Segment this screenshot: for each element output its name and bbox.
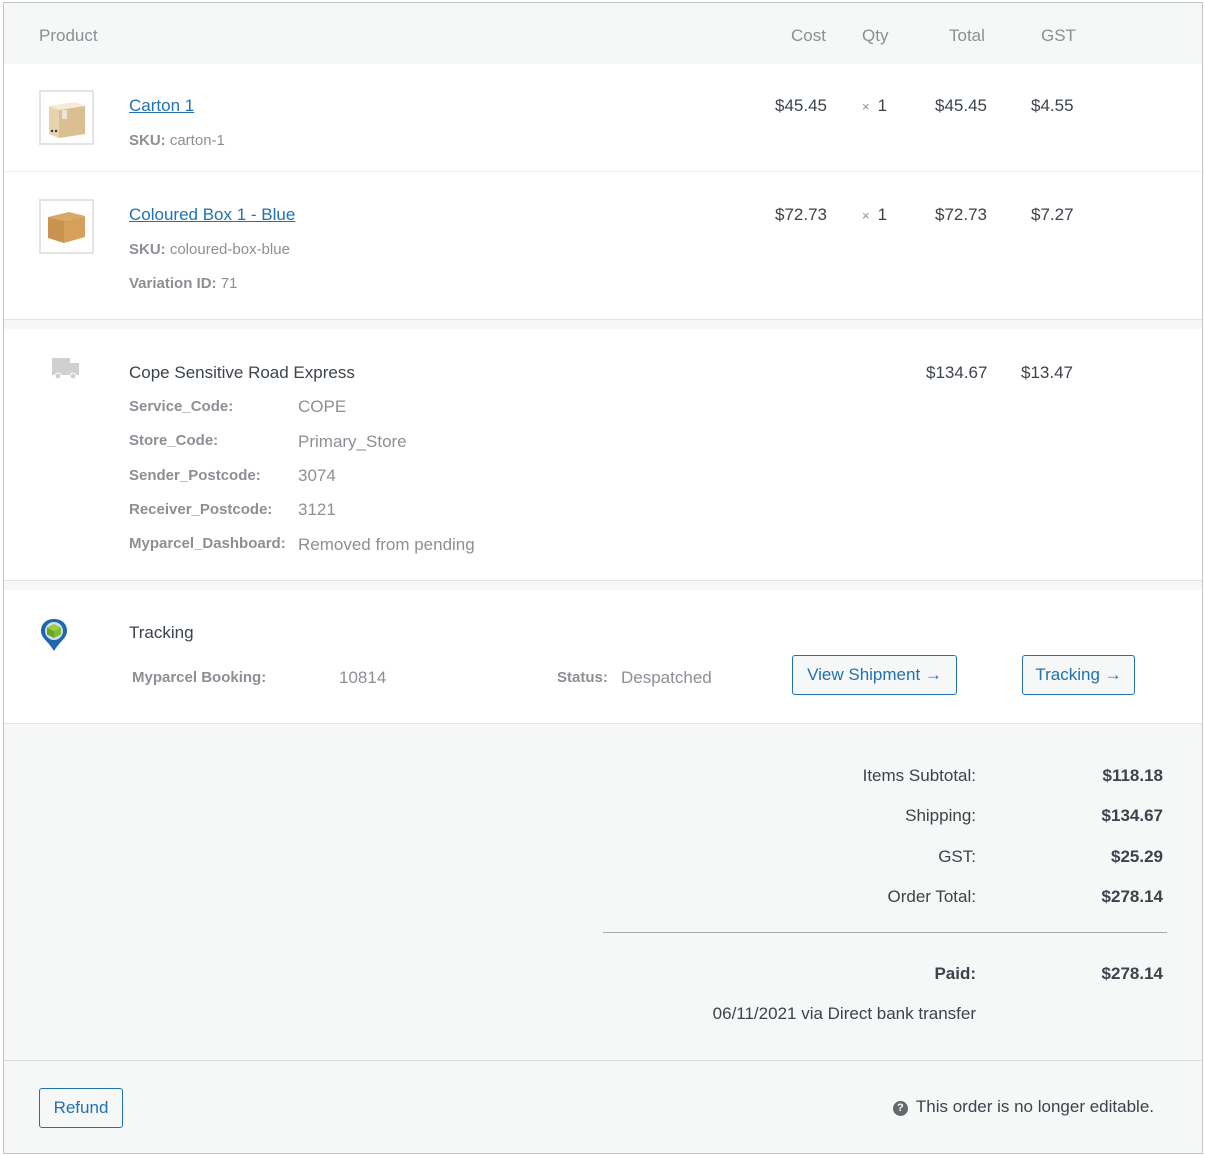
variation-label: Variation ID: xyxy=(129,275,217,292)
status-label: Status: xyxy=(557,669,608,686)
item-gst: $7.27 xyxy=(1031,205,1074,224)
meta-label: Myparcel_Dashboard: xyxy=(129,535,286,552)
items-subtotal-value: $118.18 xyxy=(1102,766,1163,785)
product-sku: SKU: carton-1 xyxy=(129,132,225,149)
product-sku: SKU: coloured-box-blue xyxy=(129,241,290,258)
meta-value: 3121 xyxy=(298,500,336,519)
gst-value: $25.29 xyxy=(1111,847,1163,866)
tracking-row: Tracking Myparcel Booking: 10814 Status:… xyxy=(4,591,1202,723)
line-item-row: Coloured Box 1 - Blue SKU: coloured-box-… xyxy=(4,173,1202,319)
item-qty: × 1 xyxy=(862,205,887,225)
not-editable-notice: ? This order is no longer editable. xyxy=(892,1097,1154,1117)
shipping-total: $134.67 xyxy=(926,363,988,382)
product-thumbnail[interactable] xyxy=(39,199,94,254)
section-divider xyxy=(4,319,1202,329)
booking-label: Myparcel Booking: xyxy=(132,669,267,686)
view-shipment-button[interactable]: View Shipment → xyxy=(792,655,957,695)
meta-label: Store_Code: xyxy=(129,432,219,449)
carton-box-icon xyxy=(49,102,85,138)
header-cost: Cost xyxy=(791,26,826,45)
order-total-value: $278.14 xyxy=(1101,887,1163,906)
meta-value: 3074 xyxy=(298,466,336,485)
product-link[interactable]: Carton 1 xyxy=(129,96,194,116)
qty-value: 1 xyxy=(877,205,888,224)
order-total-label: Order Total: xyxy=(887,887,976,906)
item-cost: $72.73 xyxy=(775,205,827,224)
header-product: Product xyxy=(39,26,98,45)
order-totals: Items Subtotal: $118.18 Shipping: $134.6… xyxy=(4,723,1202,1060)
product-link[interactable]: Coloured Box 1 - Blue xyxy=(129,205,295,225)
header-gst: GST xyxy=(1041,26,1076,45)
sku-label: SKU: xyxy=(129,132,166,149)
meta-label: Sender_Postcode: xyxy=(129,467,261,484)
paid-note: 06/11/2021 via Direct bank transfer xyxy=(712,1004,976,1023)
item-gst: $4.55 xyxy=(1031,96,1074,115)
section-divider xyxy=(4,580,1202,590)
product-thumbnail[interactable] xyxy=(39,90,94,145)
header-total: Total xyxy=(949,26,985,45)
help-icon[interactable]: ? xyxy=(892,1101,908,1116)
sku-value: coloured-box-blue xyxy=(169,241,290,258)
items-subtotal-label: Items Subtotal: xyxy=(862,766,976,785)
tracking-title: Tracking xyxy=(129,623,194,642)
meta-label: Receiver_Postcode: xyxy=(129,501,273,518)
booking-value: 10814 xyxy=(339,668,387,687)
product-variation: Variation ID: 71 xyxy=(129,275,237,292)
meta-value: COPE xyxy=(298,397,347,416)
order-items-panel: Product Cost Qty Total GST Carton 1 SKU:… xyxy=(3,2,1203,1154)
variation-value: 71 xyxy=(220,275,238,292)
meta-value: Primary_Store xyxy=(298,432,407,451)
order-actions: Refund ? This order is no longer editable… xyxy=(4,1060,1202,1153)
times-icon: × xyxy=(862,208,870,223)
item-total: $45.45 xyxy=(935,96,987,115)
notice-text: This order is no longer editable. xyxy=(915,1097,1154,1116)
meta-label: Service_Code: xyxy=(129,398,234,415)
item-total: $72.73 xyxy=(935,205,987,224)
paid-label: Paid: xyxy=(934,964,976,983)
cardboard-box-icon xyxy=(48,212,85,243)
shipping-method-title: Cope Sensitive Road Express xyxy=(129,363,355,382)
paid-value: $278.14 xyxy=(1101,964,1163,983)
shipping-gst: $13.47 xyxy=(1021,363,1073,382)
shipping-label: Shipping: xyxy=(905,806,976,825)
header-qty: Qty xyxy=(862,26,889,45)
times-icon: × xyxy=(862,99,870,114)
qty-value: 1 xyxy=(877,96,888,115)
item-qty: × 1 xyxy=(862,96,887,116)
map-pin-parcel-icon xyxy=(41,619,67,651)
status-value: Despatched xyxy=(621,668,712,687)
gst-label: GST: xyxy=(938,847,976,866)
shipping-value: $134.67 xyxy=(1101,806,1163,825)
sku-label: SKU: xyxy=(129,241,166,258)
truck-icon xyxy=(52,358,79,380)
sku-value: carton-1 xyxy=(169,132,225,149)
tracking-button[interactable]: Tracking → xyxy=(1022,655,1135,695)
item-cost: $45.45 xyxy=(775,96,827,115)
meta-value: Removed from pending xyxy=(298,535,475,554)
totals-divider xyxy=(603,932,1167,933)
table-header: Product Cost Qty Total GST xyxy=(4,3,1202,64)
shipping-row: Cope Sensitive Road Express $134.67 $13.… xyxy=(4,330,1202,580)
line-item-row: Carton 1 SKU: carton-1 $45.45 × 1 $45.45 … xyxy=(4,64,1202,172)
refund-button[interactable]: Refund xyxy=(39,1088,123,1128)
